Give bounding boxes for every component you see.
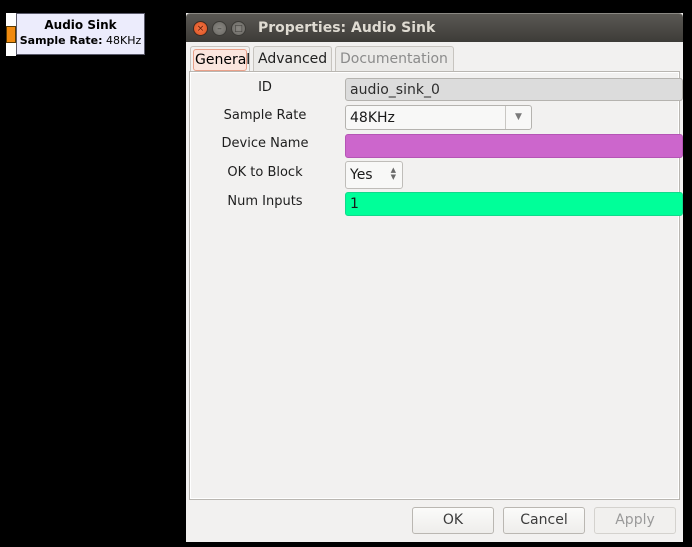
sample-rate-combobox[interactable]: 48KHz ▼	[345, 105, 532, 130]
properties-dialog: × – □ Properties: Audio Sink General Adv…	[186, 13, 683, 542]
ok-to-block-select[interactable]: Yes ▲ ▼	[345, 161, 403, 189]
sample-rate-label: Sample Rate	[223, 108, 307, 123]
sample-rate-value: 48KHz	[350, 110, 395, 126]
minimize-icon[interactable]: –	[212, 21, 227, 36]
device-name-label: Device Name	[221, 136, 309, 151]
arrow-down-icon: ▼	[390, 173, 396, 181]
num-inputs-field[interactable]: 1	[345, 192, 683, 216]
ok-to-block-value: Yes	[350, 167, 373, 183]
num-inputs-label: Num Inputs	[227, 194, 303, 209]
ok-button[interactable]: OK	[412, 507, 494, 534]
updown-arrows-icon: ▲ ▼	[391, 167, 396, 181]
id-field[interactable]: audio_sink_0	[345, 78, 683, 101]
tab-advanced[interactable]: Advanced	[253, 46, 332, 71]
maximize-icon[interactable]: □	[231, 21, 246, 36]
dialog-titlebar[interactable]: × – □ Properties: Audio Sink	[186, 13, 683, 42]
audio-sink-block[interactable]: Audio Sink Sample Rate: 48KHz	[16, 13, 145, 55]
dialog-title: Properties: Audio Sink	[258, 20, 436, 36]
tab-documentation[interactable]: Documentation	[335, 46, 454, 71]
general-tab-panel: ID audio_sink_0 Sample Rate 48KHz ▼ Devi…	[189, 71, 683, 500]
close-icon[interactable]: ×	[193, 21, 208, 36]
id-label: ID	[258, 80, 272, 95]
tab-general-label: General	[193, 49, 250, 71]
cancel-button[interactable]: Cancel	[503, 507, 585, 534]
block-input-port[interactable]	[6, 26, 16, 43]
block-param: Sample Rate: 48KHz	[17, 34, 144, 48]
block-title: Audio Sink	[44, 18, 117, 32]
device-name-field[interactable]	[345, 134, 683, 158]
block-param-label: Sample Rate:	[19, 34, 103, 47]
chevron-down-icon[interactable]: ▼	[506, 106, 531, 129]
ok-to-block-label: OK to Block	[227, 165, 303, 180]
apply-button[interactable]: Apply	[594, 507, 676, 534]
tab-general[interactable]: General	[190, 46, 250, 71]
block-param-value: 48KHz	[106, 34, 142, 47]
